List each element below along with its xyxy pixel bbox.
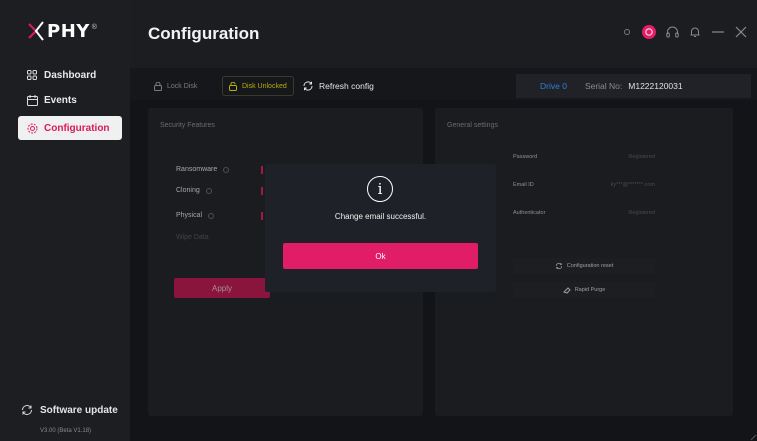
sidebar-item-label: Dashboard: [44, 69, 97, 81]
dialog-message: Change email successful.: [334, 212, 427, 221]
lock-disk-label: Lock Disk: [167, 82, 198, 90]
sidebar-item-configuration[interactable]: Configuration: [18, 116, 122, 140]
refresh-config-button[interactable]: Refresh config: [302, 74, 374, 98]
headset-icon[interactable]: [666, 26, 679, 38]
gear-icon: [26, 122, 38, 134]
minimize-icon[interactable]: [711, 26, 725, 38]
logo-text: PHY: [47, 20, 90, 42]
calendar-icon: [26, 94, 38, 106]
software-update-label: Software update: [40, 404, 118, 416]
grid-icon: [26, 69, 38, 81]
toolbar: Lock Disk Disk Unlocked Refresh config D…: [148, 74, 751, 100]
version-text: V3.00 (Beta V1.18): [40, 428, 92, 434]
serial-label: Serial No:: [584, 81, 623, 91]
page-title: Configuration: [148, 24, 260, 43]
refresh-icon: [22, 405, 32, 415]
sidebar: PHY ® Dashboard Events Configuration Sof…: [0, 0, 130, 441]
app-logo: PHY ®: [26, 14, 97, 48]
resize-grip-icon[interactable]: [749, 433, 757, 441]
logo-registered: ®: [91, 23, 97, 31]
bell-icon[interactable]: [689, 26, 701, 38]
ok-button[interactable]: Ok: [283, 243, 478, 269]
drive-selector[interactable]: Drive 0: [540, 81, 567, 91]
sidebar-item-label: Events: [44, 94, 77, 106]
lock-icon: [154, 81, 162, 91]
sidebar-item-label: Configuration: [44, 122, 110, 134]
refresh-config-label: Refresh config: [319, 81, 374, 91]
drive-info: Drive 0 Serial No: M1222120031: [516, 74, 751, 98]
refresh-icon: [302, 80, 314, 92]
serial-value: M1222120031: [628, 81, 683, 91]
info-icon: i: [367, 176, 393, 202]
lock-disk-button[interactable]: Lock Disk: [154, 74, 197, 98]
header-icons: [622, 25, 747, 39]
sidebar-item-dashboard[interactable]: Dashboard: [18, 63, 122, 87]
header-bar: Configuration: [130, 0, 757, 68]
disk-unlocked-label: Disk Unlocked: [242, 82, 287, 90]
close-icon[interactable]: [735, 26, 747, 38]
success-dialog: i Change email successful. Ok: [265, 164, 496, 292]
sun-icon[interactable]: [622, 27, 632, 37]
logo-mark-icon: [28, 21, 44, 41]
avatar-badge[interactable]: [642, 25, 656, 39]
unlock-icon: [229, 81, 237, 91]
sidebar-item-events[interactable]: Events: [18, 88, 122, 112]
software-update-button[interactable]: Software update: [20, 403, 118, 417]
disk-unlocked-status: Disk Unlocked: [222, 76, 294, 96]
